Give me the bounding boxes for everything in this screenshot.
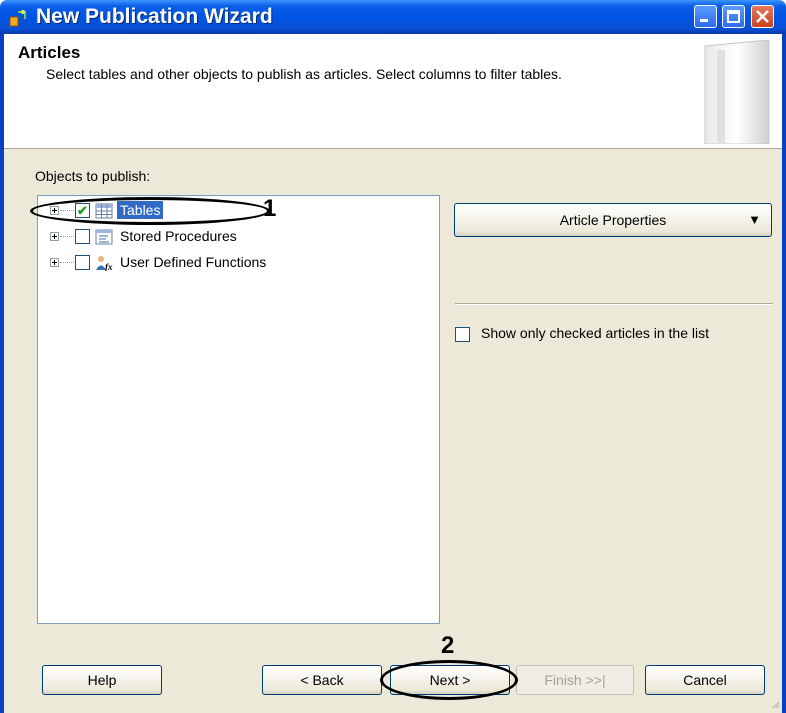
finish-button[interactable]: Finish >>| [516, 665, 634, 695]
wizard-app-icon [9, 10, 26, 27]
close-icon [756, 10, 769, 23]
close-button[interactable] [751, 5, 774, 28]
user-function-icon: fx [96, 256, 113, 271]
tree-connector [60, 236, 74, 237]
wizard-banner-graphic [704, 40, 770, 144]
separator [455, 303, 773, 305]
dropdown-arrow-icon: ▼ [748, 212, 761, 227]
tree-item-stored-procedures[interactable]: Stored Procedures [38, 226, 438, 248]
annotation-ellipse-tables [30, 197, 270, 225]
stored-procedures-checkbox[interactable] [75, 229, 90, 244]
user-defined-functions-checkbox[interactable] [75, 255, 90, 270]
title-bar[interactable]: New Publication Wizard [0, 0, 786, 34]
article-properties-button[interactable]: Article Properties ▼ [454, 203, 772, 237]
cancel-button[interactable]: Cancel [645, 665, 765, 695]
resize-grip-icon[interactable] [770, 699, 780, 709]
help-button[interactable]: Help [42, 665, 162, 695]
page-title: Articles [18, 43, 81, 62]
article-properties-label: Article Properties [559, 212, 667, 228]
maximize-button[interactable] [722, 5, 745, 28]
tree-item-label[interactable]: Stored Procedures [117, 227, 240, 245]
tree-item-user-defined-functions[interactable]: fx User Defined Functions [38, 252, 438, 274]
annotation-ellipse-next [380, 660, 518, 700]
expand-icon[interactable] [50, 232, 59, 241]
maximize-icon [727, 10, 740, 23]
window-title: New Publication Wizard [36, 5, 273, 28]
page-description: Select tables and other objects to publi… [46, 66, 562, 82]
tree-connector [60, 262, 74, 263]
objects-tree[interactable]: ✔ Tables Stored Procedures fx User Defin… [37, 195, 440, 624]
show-only-checked-label[interactable]: Show only checked articles in the list [481, 325, 709, 341]
annotation-number-1: 1 [263, 195, 277, 222]
expand-icon[interactable] [50, 258, 59, 267]
minimize-button[interactable] [694, 5, 717, 28]
annotation-number-2: 2 [441, 632, 455, 659]
wizard-header: Articles Select tables and other objects… [4, 34, 782, 149]
minimize-icon [700, 19, 708, 22]
back-button[interactable]: < Back [262, 665, 382, 695]
svg-text:fx: fx [105, 262, 113, 271]
objects-to-publish-label: Objects to publish: [35, 168, 151, 184]
tree-item-label[interactable]: User Defined Functions [117, 253, 269, 271]
stored-procedure-icon [95, 229, 113, 245]
show-only-checked-checkbox[interactable] [455, 327, 470, 342]
